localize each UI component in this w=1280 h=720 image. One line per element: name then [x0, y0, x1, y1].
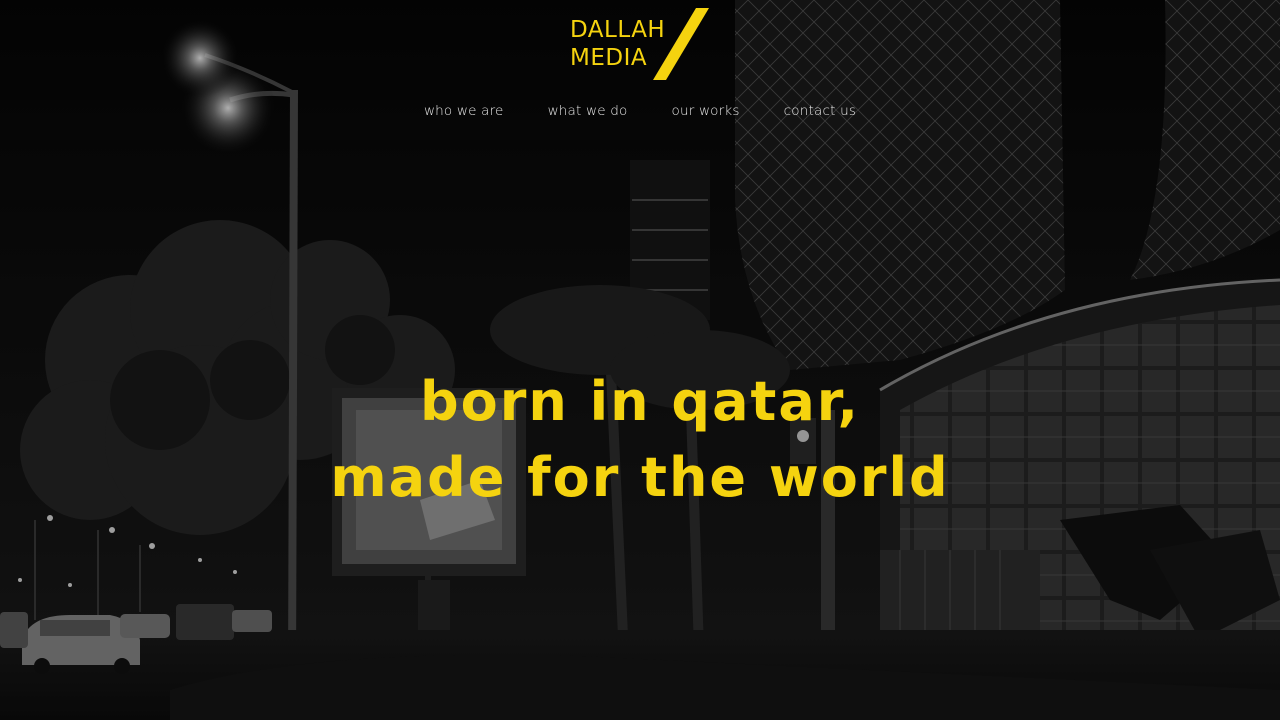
nav-item-what-we-do[interactable]: what we do — [548, 103, 628, 119]
logo-text-line1: DALLAH — [570, 17, 666, 43]
logo-text-line2: MEDIA — [570, 45, 648, 71]
main-navigation: who we are what we do our works contact … — [0, 103, 1280, 119]
hero-headline: born in qatar, made for the world — [0, 364, 1280, 516]
hero-headline-line2: made for the world — [330, 446, 950, 509]
nav-item-who-we-are[interactable]: who we are — [424, 103, 504, 119]
nav-item-contact-us[interactable]: contact us — [784, 103, 856, 119]
hero-headline-line1: born in qatar, — [420, 370, 860, 433]
dallah-media-logo[interactable]: DALLAH MEDIA — [568, 6, 718, 84]
nav-item-our-works[interactable]: our works — [671, 103, 739, 119]
hero-section: DALLAH MEDIA who we are what we do our w… — [0, 0, 1280, 720]
